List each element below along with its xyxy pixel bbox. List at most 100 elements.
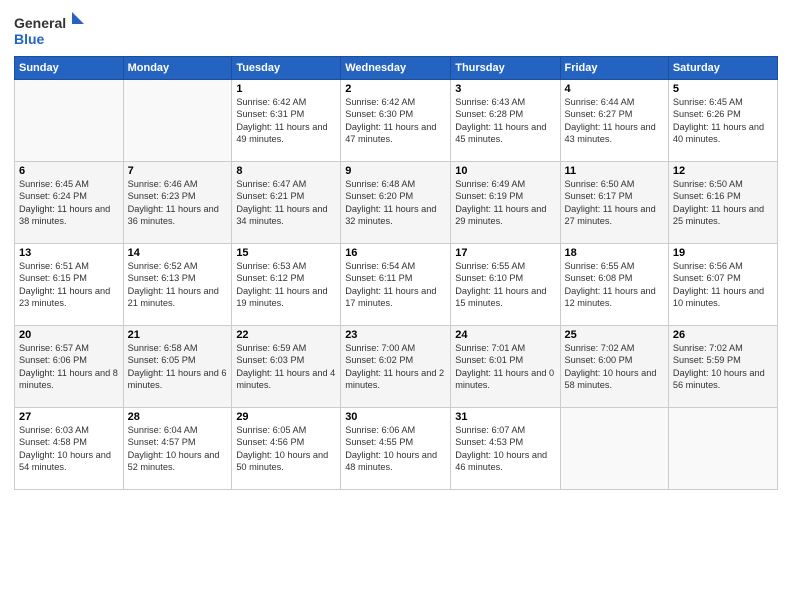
calendar-cell: 10Sunrise: 6:49 AM Sunset: 6:19 PM Dayli… [451, 162, 560, 244]
calendar-cell: 2Sunrise: 6:42 AM Sunset: 6:30 PM Daylig… [341, 80, 451, 162]
calendar-cell: 16Sunrise: 6:54 AM Sunset: 6:11 PM Dayli… [341, 244, 451, 326]
calendar-cell: 14Sunrise: 6:52 AM Sunset: 6:13 PM Dayli… [123, 244, 232, 326]
weekday-header-saturday: Saturday [668, 57, 777, 80]
calendar: SundayMondayTuesdayWednesdayThursdayFrid… [14, 56, 778, 490]
day-info: Sunrise: 6:50 AM Sunset: 6:17 PM Dayligh… [565, 178, 664, 228]
calendar-cell: 25Sunrise: 7:02 AM Sunset: 6:00 PM Dayli… [560, 326, 668, 408]
calendar-cell: 31Sunrise: 6:07 AM Sunset: 4:53 PM Dayli… [451, 408, 560, 490]
calendar-cell: 9Sunrise: 6:48 AM Sunset: 6:20 PM Daylig… [341, 162, 451, 244]
day-info: Sunrise: 6:48 AM Sunset: 6:20 PM Dayligh… [345, 178, 446, 228]
day-info: Sunrise: 7:00 AM Sunset: 6:02 PM Dayligh… [345, 342, 446, 392]
calendar-cell [15, 80, 124, 162]
day-number: 7 [128, 165, 228, 177]
calendar-cell: 21Sunrise: 6:58 AM Sunset: 6:05 PM Dayli… [123, 326, 232, 408]
calendar-cell: 3Sunrise: 6:43 AM Sunset: 6:28 PM Daylig… [451, 80, 560, 162]
logo-svg: GeneralBlue [14, 10, 84, 50]
day-number: 29 [236, 411, 336, 423]
day-info: Sunrise: 6:54 AM Sunset: 6:11 PM Dayligh… [345, 260, 446, 310]
day-info: Sunrise: 6:59 AM Sunset: 6:03 PM Dayligh… [236, 342, 336, 392]
weekday-header-friday: Friday [560, 57, 668, 80]
day-number: 28 [128, 411, 228, 423]
day-number: 8 [236, 165, 336, 177]
calendar-cell: 26Sunrise: 7:02 AM Sunset: 5:59 PM Dayli… [668, 326, 777, 408]
calendar-cell: 27Sunrise: 6:03 AM Sunset: 4:58 PM Dayli… [15, 408, 124, 490]
day-number: 13 [19, 247, 119, 259]
calendar-cell: 29Sunrise: 6:05 AM Sunset: 4:56 PM Dayli… [232, 408, 341, 490]
weekday-header-tuesday: Tuesday [232, 57, 341, 80]
day-info: Sunrise: 6:55 AM Sunset: 6:08 PM Dayligh… [565, 260, 664, 310]
calendar-cell: 5Sunrise: 6:45 AM Sunset: 6:26 PM Daylig… [668, 80, 777, 162]
day-info: Sunrise: 6:57 AM Sunset: 6:06 PM Dayligh… [19, 342, 119, 392]
calendar-cell: 30Sunrise: 6:06 AM Sunset: 4:55 PM Dayli… [341, 408, 451, 490]
calendar-cell: 7Sunrise: 6:46 AM Sunset: 6:23 PM Daylig… [123, 162, 232, 244]
week-row-2: 6Sunrise: 6:45 AM Sunset: 6:24 PM Daylig… [15, 162, 778, 244]
day-number: 1 [236, 83, 336, 95]
day-info: Sunrise: 6:49 AM Sunset: 6:19 PM Dayligh… [455, 178, 555, 228]
day-number: 15 [236, 247, 336, 259]
day-info: Sunrise: 6:53 AM Sunset: 6:12 PM Dayligh… [236, 260, 336, 310]
day-info: Sunrise: 7:01 AM Sunset: 6:01 PM Dayligh… [455, 342, 555, 392]
calendar-cell: 15Sunrise: 6:53 AM Sunset: 6:12 PM Dayli… [232, 244, 341, 326]
day-info: Sunrise: 6:46 AM Sunset: 6:23 PM Dayligh… [128, 178, 228, 228]
day-number: 10 [455, 165, 555, 177]
day-number: 23 [345, 329, 446, 341]
day-info: Sunrise: 6:07 AM Sunset: 4:53 PM Dayligh… [455, 424, 555, 474]
calendar-cell: 22Sunrise: 6:59 AM Sunset: 6:03 PM Dayli… [232, 326, 341, 408]
day-number: 31 [455, 411, 555, 423]
day-info: Sunrise: 6:42 AM Sunset: 6:31 PM Dayligh… [236, 96, 336, 146]
page-container: GeneralBlue SundayMondayTuesdayWednesday… [0, 0, 792, 500]
calendar-cell: 19Sunrise: 6:56 AM Sunset: 6:07 PM Dayli… [668, 244, 777, 326]
svg-text:Blue: Blue [14, 31, 45, 47]
calendar-cell: 8Sunrise: 6:47 AM Sunset: 6:21 PM Daylig… [232, 162, 341, 244]
svg-text:General: General [14, 15, 66, 31]
calendar-cell [123, 80, 232, 162]
day-info: Sunrise: 6:04 AM Sunset: 4:57 PM Dayligh… [128, 424, 228, 474]
logo: GeneralBlue [14, 10, 84, 50]
calendar-cell: 28Sunrise: 6:04 AM Sunset: 4:57 PM Dayli… [123, 408, 232, 490]
calendar-cell: 17Sunrise: 6:55 AM Sunset: 6:10 PM Dayli… [451, 244, 560, 326]
day-number: 4 [565, 83, 664, 95]
day-number: 17 [455, 247, 555, 259]
day-info: Sunrise: 6:44 AM Sunset: 6:27 PM Dayligh… [565, 96, 664, 146]
day-number: 16 [345, 247, 446, 259]
weekday-header-row: SundayMondayTuesdayWednesdayThursdayFrid… [15, 57, 778, 80]
day-number: 25 [565, 329, 664, 341]
calendar-cell: 24Sunrise: 7:01 AM Sunset: 6:01 PM Dayli… [451, 326, 560, 408]
week-row-5: 27Sunrise: 6:03 AM Sunset: 4:58 PM Dayli… [15, 408, 778, 490]
day-info: Sunrise: 6:58 AM Sunset: 6:05 PM Dayligh… [128, 342, 228, 392]
day-info: Sunrise: 6:50 AM Sunset: 6:16 PM Dayligh… [673, 178, 773, 228]
calendar-cell: 18Sunrise: 6:55 AM Sunset: 6:08 PM Dayli… [560, 244, 668, 326]
day-info: Sunrise: 6:45 AM Sunset: 6:26 PM Dayligh… [673, 96, 773, 146]
day-info: Sunrise: 7:02 AM Sunset: 6:00 PM Dayligh… [565, 342, 664, 392]
day-number: 6 [19, 165, 119, 177]
day-number: 24 [455, 329, 555, 341]
calendar-cell: 20Sunrise: 6:57 AM Sunset: 6:06 PM Dayli… [15, 326, 124, 408]
day-number: 27 [19, 411, 119, 423]
day-number: 26 [673, 329, 773, 341]
day-number: 3 [455, 83, 555, 95]
week-row-1: 1Sunrise: 6:42 AM Sunset: 6:31 PM Daylig… [15, 80, 778, 162]
weekday-header-wednesday: Wednesday [341, 57, 451, 80]
day-number: 5 [673, 83, 773, 95]
day-info: Sunrise: 6:42 AM Sunset: 6:30 PM Dayligh… [345, 96, 446, 146]
calendar-cell: 23Sunrise: 7:00 AM Sunset: 6:02 PM Dayli… [341, 326, 451, 408]
day-info: Sunrise: 6:47 AM Sunset: 6:21 PM Dayligh… [236, 178, 336, 228]
day-number: 22 [236, 329, 336, 341]
day-info: Sunrise: 6:55 AM Sunset: 6:10 PM Dayligh… [455, 260, 555, 310]
day-info: Sunrise: 6:03 AM Sunset: 4:58 PM Dayligh… [19, 424, 119, 474]
day-info: Sunrise: 6:06 AM Sunset: 4:55 PM Dayligh… [345, 424, 446, 474]
week-row-3: 13Sunrise: 6:51 AM Sunset: 6:15 PM Dayli… [15, 244, 778, 326]
day-number: 20 [19, 329, 119, 341]
day-number: 19 [673, 247, 773, 259]
day-number: 9 [345, 165, 446, 177]
day-number: 14 [128, 247, 228, 259]
day-info: Sunrise: 6:56 AM Sunset: 6:07 PM Dayligh… [673, 260, 773, 310]
day-info: Sunrise: 6:43 AM Sunset: 6:28 PM Dayligh… [455, 96, 555, 146]
day-number: 11 [565, 165, 664, 177]
day-info: Sunrise: 6:05 AM Sunset: 4:56 PM Dayligh… [236, 424, 336, 474]
calendar-cell: 1Sunrise: 6:42 AM Sunset: 6:31 PM Daylig… [232, 80, 341, 162]
calendar-cell: 12Sunrise: 6:50 AM Sunset: 6:16 PM Dayli… [668, 162, 777, 244]
day-info: Sunrise: 7:02 AM Sunset: 5:59 PM Dayligh… [673, 342, 773, 392]
weekday-header-monday: Monday [123, 57, 232, 80]
weekday-header-sunday: Sunday [15, 57, 124, 80]
